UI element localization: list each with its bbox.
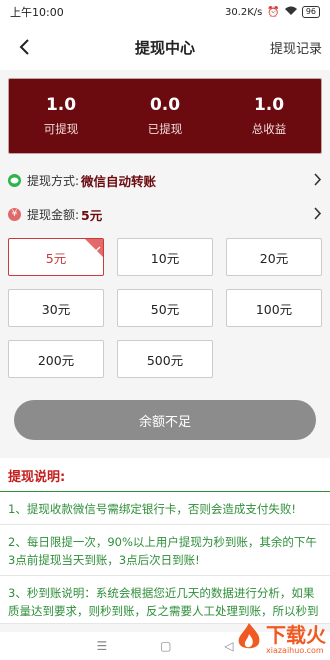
- instruction-item: 1、提现收款微信号需绑定银行卡，否则会造成支付失败!: [0, 492, 330, 525]
- withdraw-amount-label: 提现金额:: [27, 207, 80, 222]
- balance-summary: 1.0 可提现 0.0 已提现 1.0 总收益: [8, 78, 322, 154]
- withdraw-instructions: 提现说明: 1、提现收款微信号需绑定银行卡，否则会造成支付失败! 2、每日限提一…: [0, 458, 330, 624]
- amount-option-label: 10元: [150, 250, 180, 266]
- amount-option[interactable]: 50元: [117, 289, 213, 327]
- back-icon[interactable]: ◁: [224, 639, 233, 653]
- amount-option[interactable]: 20元: [226, 238, 322, 276]
- amount-option[interactable]: 100元: [226, 289, 322, 327]
- instructions-title: 提现说明:: [8, 470, 66, 485]
- amount-option-label: 5元: [45, 250, 67, 266]
- summary-label: 可提现: [43, 122, 79, 136]
- amount-option-label: 200元: [37, 352, 75, 368]
- yen-icon: ¥: [8, 207, 21, 221]
- network-speed: 30.2K/s: [224, 6, 263, 18]
- watermark-text: 下载火 xiazaihuo.com: [266, 624, 326, 655]
- home-icon[interactable]: ▢: [160, 639, 171, 653]
- chevron-right-icon: [314, 171, 322, 190]
- status-bar: 上午10:00 30.2K/s ⏰ 96: [0, 0, 330, 24]
- instruction-item: 3、秒到账说明：系统会根据您近几天的数据进行分析，如果质量达到要求，则秒到账，反…: [0, 576, 330, 624]
- summary-withdrawable: 1.0 可提现: [9, 95, 113, 137]
- watermark-sub: xiazaihuo.com: [266, 645, 324, 655]
- battery-icon: 96: [301, 6, 320, 18]
- withdraw-amount-row[interactable]: ¥ 提现金额: 5元: [0, 198, 330, 230]
- status-time: 上午10:00: [10, 6, 64, 19]
- menu-icon[interactable]: ☰: [96, 639, 107, 653]
- summary-value: 0.0: [149, 95, 181, 115]
- summary-value: 1.0: [45, 95, 77, 115]
- withdraw-submit-button[interactable]: 余额不足: [14, 400, 316, 440]
- amount-option-label: 100元: [255, 301, 293, 317]
- amount-options: 5元 10元 20元 30元 50元 100元 200元 500元: [0, 230, 330, 378]
- watermark: 下载火 xiazaihuo.com: [235, 622, 326, 656]
- wifi-icon: [284, 6, 297, 18]
- check-icon: [93, 240, 101, 255]
- alarm-icon: ⏰: [267, 6, 280, 18]
- instruction-item: 2、每日限提一次，90%以上用户提现为秒到账，其余的下午3点前提现当天到账，3点…: [0, 525, 330, 576]
- withdraw-amount-value: 5元: [81, 207, 103, 223]
- watermark-main: 下载火: [266, 622, 326, 647]
- amount-option-label: 500元: [146, 352, 184, 368]
- amount-option[interactable]: 10元: [117, 238, 213, 276]
- status-indicators: 30.2K/s ⏰ 96: [225, 6, 320, 18]
- amount-option[interactable]: 500元: [117, 340, 213, 378]
- amount-option[interactable]: 30元: [8, 289, 104, 327]
- withdraw-method-value: 微信自动转账: [81, 173, 157, 189]
- amount-option[interactable]: 5元: [8, 238, 104, 276]
- summary-withdrawn: 0.0 已提现: [113, 95, 217, 137]
- chevron-right-icon: [314, 205, 322, 224]
- amount-option[interactable]: 200元: [8, 340, 104, 378]
- withdraw-records-link[interactable]: 提现记录: [270, 38, 322, 57]
- withdraw-method-label: 提现方式:: [27, 173, 80, 188]
- summary-label: 已提现: [147, 122, 183, 136]
- withdraw-method-row[interactable]: 提现方式: 微信自动转账: [0, 164, 330, 196]
- amount-option-label: 30元: [41, 301, 71, 317]
- summary-label: 总收益: [251, 122, 287, 136]
- back-arrow-icon[interactable]: [12, 35, 36, 59]
- flame-logo-icon: [235, 622, 263, 656]
- wechat-icon: [8, 173, 21, 187]
- amount-option-label: 50元: [150, 301, 180, 317]
- summary-value: 1.0: [253, 95, 285, 115]
- amount-option-label: 20元: [259, 250, 289, 266]
- nav-bar: 提现中心 提现记录: [0, 24, 330, 70]
- summary-total: 1.0 总收益: [217, 95, 321, 137]
